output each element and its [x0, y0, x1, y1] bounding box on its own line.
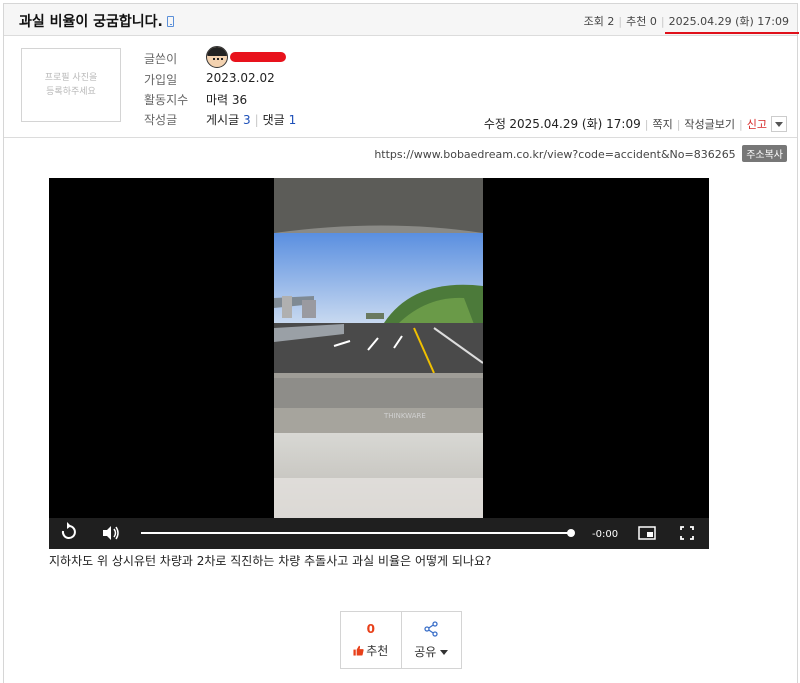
progress-knob[interactable] — [567, 529, 575, 537]
post-stats: 조회 2 | 추천 0 | 2025.04.29 (화) 17:09 — [583, 13, 800, 34]
photo-placeholder-text: 등록하주세요 — [46, 87, 96, 97]
post-title-text: 과실 비율이 궁굼합니다. — [19, 14, 163, 30]
controls-svg: -0:00 — [61, 522, 694, 540]
post-url-row: https://www.bobaedream.co.kr/view?code=a… — [374, 145, 787, 162]
joined-label: 가입일 — [144, 73, 178, 87]
message-link[interactable]: 쪽지 — [652, 118, 672, 131]
post-url[interactable]: https://www.bobaedream.co.kr/view?code=a… — [374, 148, 735, 161]
volume-icon[interactable] — [103, 526, 119, 540]
view-posts-link[interactable]: 작성글보기 — [684, 118, 735, 131]
share-button[interactable]: 공유 — [400, 612, 462, 668]
recommend-count: 0 — [649, 15, 657, 28]
mobile-icon — [166, 16, 174, 27]
picture-in-picture-icon[interactable] — [638, 526, 656, 540]
share-label-text: 공유 — [414, 644, 437, 659]
post-date: 2025.04.29 (화) 17:09 — [664, 15, 800, 34]
video-controls: -0:00 — [49, 518, 709, 549]
progress-fill — [141, 532, 571, 534]
posts-value: 게시글 3 | 댓글 1 — [206, 111, 296, 128]
thumbs-up-icon — [353, 645, 364, 656]
copy-url-button[interactable]: 주소복사 — [742, 145, 787, 162]
activity-value: 마력 36 — [206, 93, 248, 107]
recommend-label: 추천 — [626, 15, 647, 28]
views-label: 조회 — [583, 15, 604, 28]
divider: | — [644, 118, 649, 131]
comments-link[interactable]: 댓글 — [263, 113, 285, 127]
profile-photo-placeholder: 프로필 사진을 등록하주세요 — [21, 48, 121, 122]
video-player[interactable]: THINKWARE -0:00 — [49, 178, 709, 549]
divider: | — [739, 118, 743, 131]
time-remaining: -0:00 — [592, 529, 618, 540]
title-bar: 과실 비율이 궁굼합니다. 조회 2 | 추천 0 | 2025.04.29 (화) 1… — [4, 4, 800, 36]
post-container: 과실 비율이 궁굼합니다. 조회 2 | 추천 0 | 2025.04.29 (화) 1… — [3, 3, 800, 683]
report-link[interactable]: 신고 — [747, 118, 767, 131]
author-label: 글쓴이 — [144, 52, 178, 66]
modified-label: 수정 — [483, 117, 506, 131]
joined-value: 2023.02.02 — [206, 71, 275, 85]
views-count: 2 — [607, 15, 615, 28]
post-body-text: 지하차도 위 상시유턴 차량과 2차로 직진하는 차량 추돌사고 과실 비율은 … — [49, 554, 492, 568]
share-label-row: 공유 — [414, 643, 449, 660]
posts-link[interactable]: 게시글 — [206, 113, 239, 127]
redacted-username — [230, 52, 286, 62]
divider: | — [618, 15, 623, 28]
posts-count[interactable]: 3 — [243, 113, 251, 127]
author-profile: 프로필 사진을 등록하주세요 글쓴이 가입일 2023.02.02 활동지수 마… — [4, 36, 797, 138]
posts-label: 작성글 — [144, 113, 178, 127]
divider: | — [676, 118, 681, 131]
avatar[interactable] — [206, 46, 228, 68]
recommend-label-text: 추천 — [366, 643, 389, 658]
video-frame: THINKWARE — [274, 178, 483, 518]
watermark-text: THINKWARE — [383, 412, 426, 420]
recommend-button[interactable]: 0 추천 — [341, 612, 401, 668]
activity-label: 활동지수 — [144, 93, 189, 107]
fullscreen-icon[interactable] — [680, 526, 694, 540]
modified-date: 2025.04.29 (화) 17:09 — [509, 117, 641, 131]
photo-placeholder-text: 프로필 사진을 — [44, 73, 98, 83]
comments-count[interactable]: 1 — [289, 113, 297, 127]
replay-icon[interactable] — [61, 522, 76, 539]
post-actions: 0 추천 공유 — [340, 611, 462, 669]
author-value[interactable] — [206, 46, 286, 68]
divider: | — [660, 15, 665, 28]
more-options-button[interactable] — [771, 116, 787, 132]
chevron-down-icon — [440, 649, 449, 655]
dashcam-frame-image: THINKWARE — [274, 178, 483, 518]
recommend-button-label-row: 추천 — [353, 642, 388, 659]
share-icon — [424, 620, 438, 637]
post-meta: 수정 2025.04.29 (화) 17:09 | 쪽지 | 작성글보기 | 신고 — [484, 115, 787, 132]
post-title: 과실 비율이 궁굼합니다. — [19, 11, 174, 31]
recommend-button-count: 0 — [366, 621, 375, 636]
divider: | — [254, 113, 259, 127]
